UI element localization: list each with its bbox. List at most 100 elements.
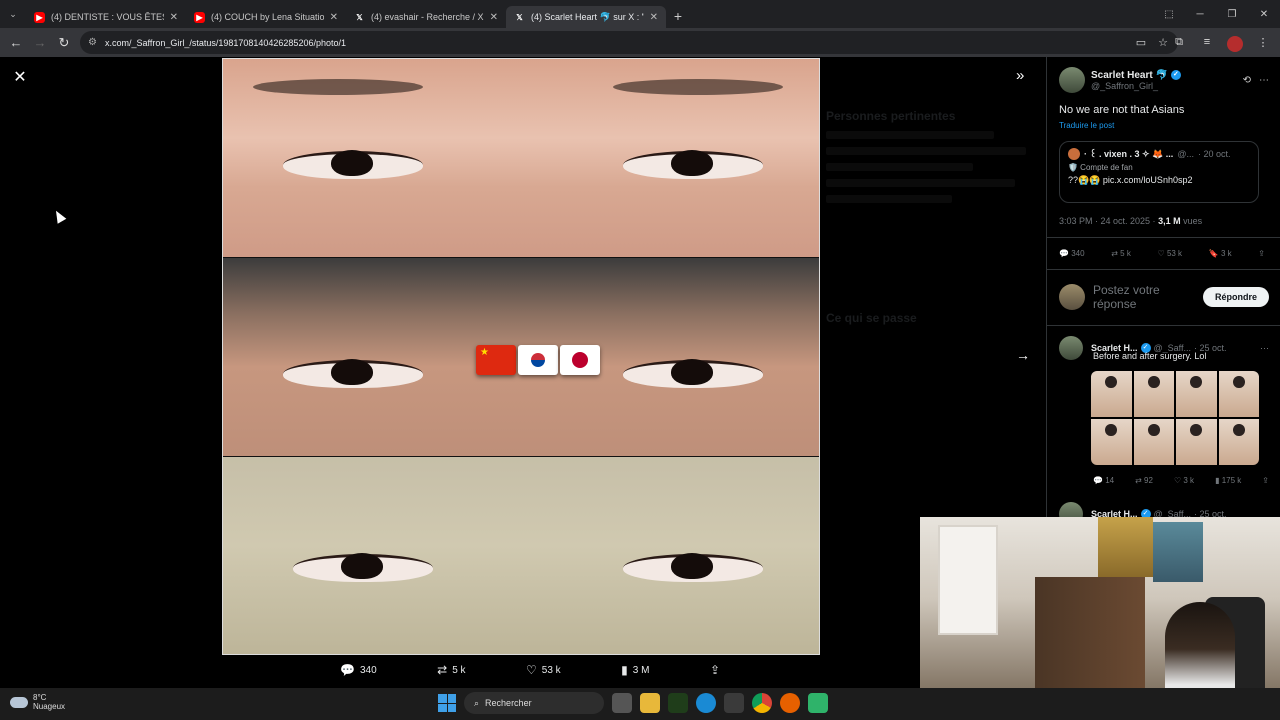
like-action[interactable]: ♡ 53 k <box>526 663 561 677</box>
china-flag-icon <box>476 345 516 375</box>
close-window-icon[interactable]: ✕ <box>1248 0 1280 28</box>
quoted-post[interactable]: · ꒰ . vixen . 3 ✧ 🦊 ... @... · 20 oct. 🛡… <box>1059 141 1259 203</box>
reply-action[interactable]: 💬 340 <box>340 663 377 677</box>
app-icon[interactable] <box>808 693 828 713</box>
author-name[interactable]: Scarlet Heart 🐬 ✓ <box>1091 70 1181 81</box>
avatar[interactable] <box>1059 67 1085 93</box>
taskbar-search[interactable]: ⌕ Rechercher <box>464 692 604 714</box>
restore-icon[interactable]: ❐ <box>1216 0 1248 28</box>
post-photo[interactable] <box>222 58 820 655</box>
reply-input[interactable]: Postez votre réponse <box>1093 283 1183 311</box>
translate-link[interactable]: Traduire le post <box>1059 121 1114 130</box>
close-tab-icon[interactable]: ✕ <box>170 12 178 23</box>
media-icon[interactable]: ≡ <box>1196 31 1218 53</box>
author-handle[interactable]: @_Saffron_Girl_ <box>1091 81 1181 91</box>
cast-icon[interactable]: ▭ <box>1136 36 1146 49</box>
ghost-heading-relevant: Personnes pertinentes <box>826 109 956 123</box>
avatar[interactable] <box>1059 336 1083 360</box>
tab-search-icon[interactable]: ⬚ <box>1154 0 1184 28</box>
edge-icon[interactable] <box>696 693 716 713</box>
tab-3[interactable]: 𝕏 (4) Scarlet Heart 🐬 sur X : "No ✕ <box>506 6 666 28</box>
thread-reply[interactable]: Scarlet H... ✓ @_Saff... · 25 oct. ⋯ Bef… <box>1059 336 1269 485</box>
verified-icon: ✓ <box>1170 70 1181 80</box>
tab-1[interactable]: ▶ (4) COUCH by Lena Situations ✕ <box>186 6 346 28</box>
reply-image-grid[interactable] <box>1091 371 1259 465</box>
new-tab-icon[interactable]: + <box>666 8 690 24</box>
collapse-sidebar-icon[interactable]: » <box>1016 67 1024 84</box>
task-view-icon[interactable] <box>612 693 632 713</box>
more-options-icon[interactable]: ⋯ <box>1259 75 1269 86</box>
address-bar[interactable]: ⚙ x.com/_Saffron_Girl_/status/1981708140… <box>80 31 1178 54</box>
repost-stat[interactable]: ⇄ 5 k <box>1111 249 1131 258</box>
repost-action[interactable]: ⇄ 5 k <box>437 663 465 677</box>
post-header: Scarlet Heart 🐬 ✓ @_Saffron_Girl_ ⟲ ⋯ <box>1059 67 1269 93</box>
more-options-icon[interactable]: ⋯ <box>1260 343 1269 354</box>
grok-icon[interactable]: ⟲ <box>1243 75 1251 86</box>
repost-stat[interactable]: ⇄ 92 <box>1135 476 1153 485</box>
reply-stat[interactable]: 💬 14 <box>1093 476 1114 485</box>
x-icon: 𝕏 <box>356 12 363 22</box>
repost-count: 5 k <box>452 664 466 676</box>
close-tab-icon[interactable]: ✕ <box>490 12 498 23</box>
windows-taskbar: 8°C Nuageux ⌕ Rechercher <box>0 688 1280 720</box>
comment-icon: 💬 <box>340 663 355 677</box>
tab-title: (4) COUCH by Lena Situations <box>211 12 324 22</box>
close-tab-icon[interactable]: ✕ <box>330 12 338 23</box>
fan-account-badge: 🛡️ Compte de fan <box>1068 163 1133 172</box>
tab-title: (4) evashair - Recherche / X <box>371 12 484 22</box>
like-count: 53 k <box>1166 249 1183 258</box>
next-image-icon[interactable]: → <box>1016 347 1030 363</box>
file-explorer-icon[interactable] <box>640 693 660 713</box>
views-action[interactable]: ▮ 3 M <box>621 663 649 677</box>
japan-flag-icon <box>560 345 600 375</box>
more-menu-icon[interactable]: ⋮ <box>1252 31 1274 53</box>
views-stat[interactable]: ▮ 175 k <box>1215 476 1241 485</box>
tab-list-menu-icon[interactable]: ⌄ <box>0 0 26 28</box>
bookmark-stat[interactable]: 🔖 3 k <box>1209 249 1232 258</box>
share-icon[interactable]: ⇪ <box>1258 249 1265 258</box>
search-label: Rechercher <box>485 698 532 708</box>
views-count: 3,1 M <box>1158 216 1181 226</box>
quote-author: · ꒰ . vixen . 3 ✧ 🦊 ... <box>1084 149 1174 159</box>
chrome-icon[interactable] <box>752 693 772 713</box>
photo-panel-top <box>223 59 819 257</box>
reply-button[interactable]: Répondre <box>1202 287 1269 307</box>
tab-0[interactable]: ▶ (4) DENTISTE : VOUS ÊTES SALE ✕ <box>26 6 186 28</box>
like-count: 53 k <box>541 664 561 676</box>
avatar <box>1068 148 1080 160</box>
youtube-icon: ▶ <box>194 11 205 23</box>
back-icon[interactable]: ← <box>4 31 28 55</box>
site-info-icon[interactable]: ⚙ <box>88 37 97 48</box>
close-viewer-icon[interactable]: ✕ <box>10 67 30 87</box>
forward-icon[interactable]: → <box>28 31 52 55</box>
profile-avatar[interactable] <box>1224 31 1246 53</box>
viewer-action-bar: 💬 340 ⇄ 5 k ♡ 53 k ▮ 3 M ⇪ <box>340 663 720 677</box>
flag-emojis <box>476 345 600 375</box>
reply-composer: Postez votre réponse Répondre <box>1059 283 1269 311</box>
tab-title: (4) DENTISTE : VOUS ÊTES SALE <box>51 12 164 22</box>
store-icon[interactable] <box>724 693 744 713</box>
firefox-icon[interactable] <box>780 693 800 713</box>
minimize-icon[interactable]: ─ <box>1184 0 1216 28</box>
weather-widget[interactable]: 8°C Nuageux <box>10 693 65 711</box>
share-icon[interactable]: ⇪ <box>1262 476 1269 485</box>
reply-stat[interactable]: 💬 340 <box>1059 249 1085 258</box>
youtube-icon: ▶ <box>34 11 45 23</box>
close-tab-icon[interactable]: ✕ <box>650 12 658 23</box>
bookmark-star-icon[interactable]: ☆ <box>1158 36 1168 49</box>
url-text: x.com/_Saffron_Girl_/status/198170814042… <box>104 37 346 48</box>
tab-2[interactable]: 𝕏 (4) evashair - Recherche / X ✕ <box>346 6 506 28</box>
like-stat[interactable]: ♡ 53 k <box>1158 249 1183 258</box>
reload-icon[interactable]: ↻ <box>52 31 76 55</box>
reply-stats: 💬 14 ⇄ 92 ♡ 3 k ▮ 175 k ⇪ <box>1093 476 1269 485</box>
like-stat[interactable]: ♡ 3 k <box>1174 476 1194 485</box>
repost-count: 92 <box>1144 476 1153 485</box>
analytics-icon: ▮ <box>621 663 628 677</box>
share-action[interactable]: ⇪ <box>710 663 720 677</box>
reply-count: 340 <box>359 664 377 676</box>
reply-text: Before and after surgery. Lol <box>1093 351 1207 361</box>
start-icon[interactable] <box>438 694 456 712</box>
extensions-icon[interactable]: ⧉ <box>1168 31 1190 53</box>
toolbar-actions: ⧉ ≡ ⋮ <box>1168 31 1274 53</box>
nvidia-icon[interactable] <box>668 693 688 713</box>
